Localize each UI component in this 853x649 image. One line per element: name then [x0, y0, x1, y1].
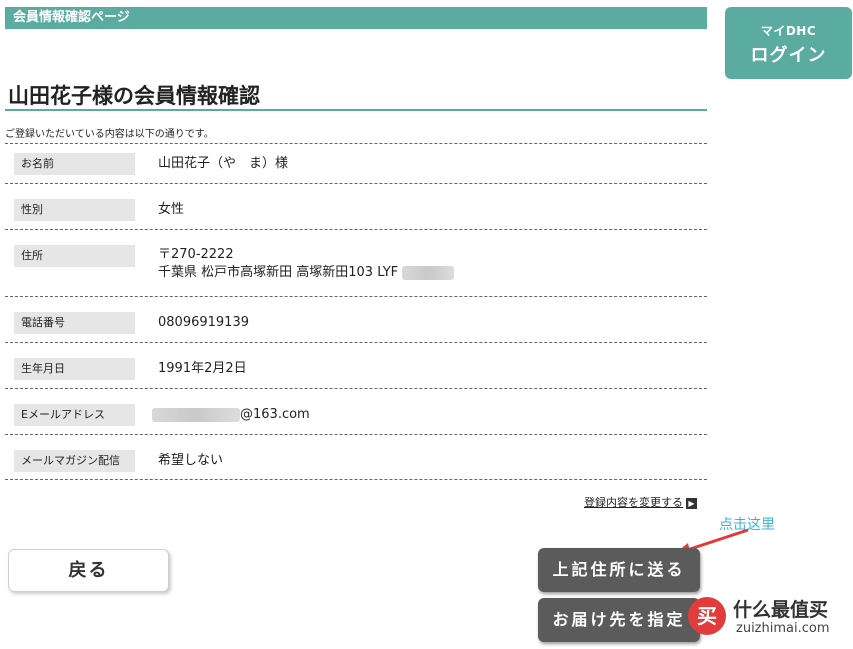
redacted-mask: [402, 265, 455, 280]
intro-text: ご登録いただいている内容は以下の通りです。: [5, 129, 214, 140]
field-label-name: お名前: [14, 153, 135, 175]
field-value-email-wrap: @163.com: [152, 406, 310, 424]
login-button-brand: マイDHC: [760, 24, 817, 38]
address-line-wrap: 千葉県 松戸市高塚新田 高塚新田103 LYF: [158, 264, 455, 282]
field-value-email: @163.com: [240, 407, 310, 422]
login-button[interactable]: マイDHC ログイン: [725, 7, 852, 79]
page-header-bar: 会員情報確認ページ: [5, 7, 707, 29]
login-button-label: ログイン: [750, 45, 827, 66]
field-value-gender: 女性: [158, 202, 185, 217]
member-info-table: お名前 山田花子（や ま）様 性別 女性 住所 〒270-2222 千葉県 松戸…: [5, 143, 707, 480]
field-value-name: 山田花子（や ま）様: [158, 156, 289, 171]
address-line: 千葉県 松戸市高塚新田 高塚新田103 LYF: [158, 265, 399, 280]
field-label-address: 住所: [14, 245, 135, 267]
field-value-address: 〒270-2222 千葉県 松戸市高塚新田 高塚新田103 LYF: [158, 246, 455, 282]
table-row-name: お名前 山田花子（や ま）様: [5, 143, 707, 183]
table-row-gender: 性別 女性: [5, 183, 707, 229]
table-row-phone: 電話番号 08096919139: [5, 296, 707, 342]
field-label-gender: 性別: [14, 199, 135, 221]
change-registration-link[interactable]: 登録内容を変更する ▶: [584, 494, 697, 510]
annotation-text: 点击这里: [719, 517, 775, 533]
change-registration-label: 登録内容を変更する: [584, 496, 683, 509]
specify-destination-button[interactable]: お届け先を指定: [538, 598, 700, 642]
table-row-address: 住所 〒270-2222 千葉県 松戸市高塚新田 高塚新田103 LYF: [5, 229, 707, 296]
field-label-phone: 電話番号: [14, 312, 135, 334]
field-value-birthday: 1991年2月2日: [158, 361, 247, 376]
page-title: 山田花子様の会員情報確認: [8, 83, 260, 108]
address-postal: 〒270-2222: [158, 247, 234, 262]
table-row-magazine: メールマガジン配信 希望しない: [5, 434, 707, 480]
back-button[interactable]: 戻る: [8, 549, 169, 592]
field-label-email: Eメールアドレス: [14, 404, 135, 426]
table-row-email: Eメールアドレス @163.com: [5, 388, 707, 434]
send-to-address-button[interactable]: 上記住所に送る: [538, 548, 700, 592]
page-header-title: 会員情報確認ページ: [13, 10, 130, 25]
watermark-brand: 什么最值买: [733, 595, 829, 622]
redacted-mask: [152, 407, 240, 422]
field-value-phone: 08096919139: [158, 315, 249, 330]
field-value-magazine: 希望しない: [158, 453, 224, 468]
field-label-birthday: 生年月日: [14, 358, 135, 380]
watermark: 买 什么最值买 zuizhimai.com: [688, 593, 848, 645]
field-label-magazine: メールマガジン配信: [14, 450, 135, 472]
title-divider: [5, 109, 707, 111]
watermark-domain: zuizhimai.com: [736, 621, 830, 636]
table-row-birthday: 生年月日 1991年2月2日: [5, 342, 707, 388]
chevron-right-icon: ▶: [686, 497, 697, 509]
watermark-logo-icon: 买: [688, 597, 726, 635]
